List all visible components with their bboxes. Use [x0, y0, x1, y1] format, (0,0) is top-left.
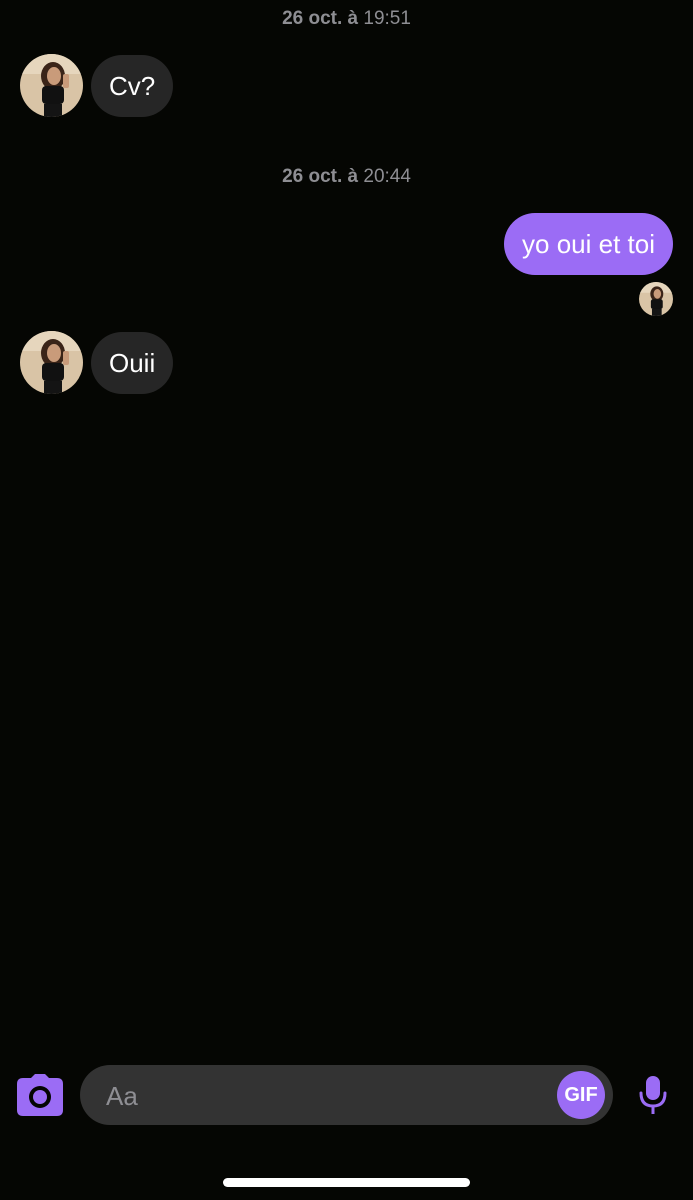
message-bubble-incoming[interactable]: Ouii: [91, 332, 174, 394]
timestamp-2: 26 oct. à 20:44: [0, 166, 693, 188]
gif-button[interactable]: GIF: [557, 1071, 605, 1119]
contact-avatar[interactable]: [20, 331, 83, 394]
timestamp-1: 26 oct. à 19:51: [0, 8, 693, 30]
message-bubble-outgoing[interactable]: yo oui et toi: [504, 213, 673, 275]
timestamp-date: 26 oct. à: [282, 8, 359, 29]
microphone-button[interactable]: [639, 1076, 667, 1114]
contact-avatar[interactable]: [20, 54, 83, 117]
timestamp-time: 20:44: [363, 166, 411, 187]
message-bubble-incoming[interactable]: Cv?: [91, 55, 174, 117]
camera-button[interactable]: [17, 1074, 63, 1116]
home-indicator: [223, 1178, 470, 1187]
read-receipt-avatar: [639, 282, 673, 316]
camera-icon: [17, 1074, 63, 1116]
timestamp-time: 19:51: [363, 8, 411, 29]
message-input[interactable]: [104, 1065, 528, 1127]
message-composer[interactable]: GIF: [80, 1065, 613, 1127]
timestamp-date: 26 oct. à: [282, 166, 359, 187]
microphone-icon: [639, 1076, 667, 1114]
